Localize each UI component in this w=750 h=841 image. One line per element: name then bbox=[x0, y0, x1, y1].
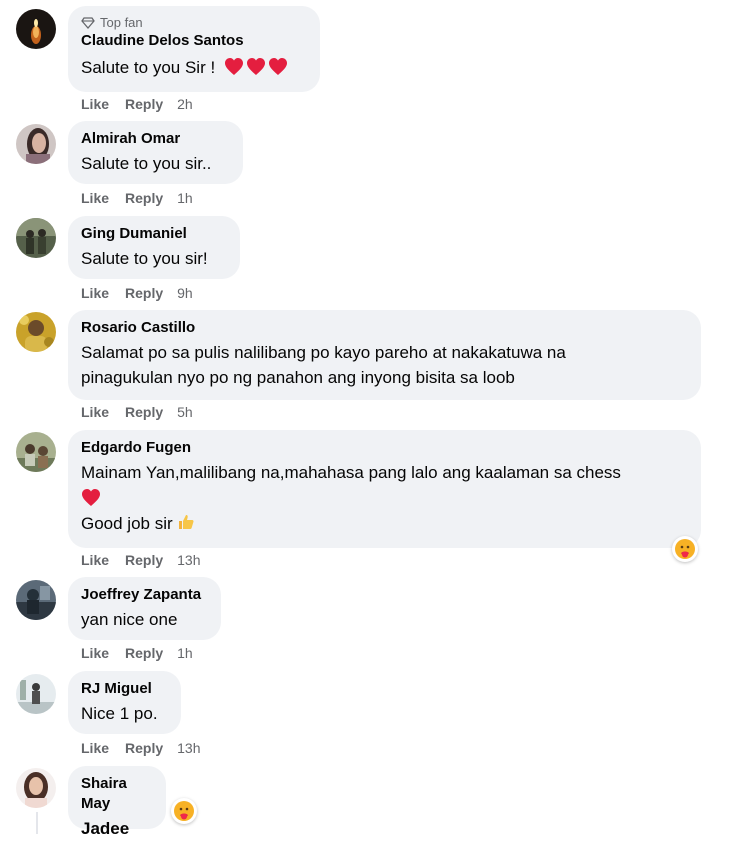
comment-text-content: Good job sir bbox=[81, 514, 173, 533]
comment-bubble: Top fan Claudine Delos Santos Salute to … bbox=[68, 6, 320, 92]
avatar[interactable] bbox=[16, 674, 56, 714]
like-button[interactable]: Like bbox=[81, 190, 109, 206]
comment-actions: Like Reply 13h bbox=[81, 740, 201, 756]
commenter-name[interactable]: Ging Dumaniel bbox=[81, 224, 226, 244]
avatar[interactable] bbox=[16, 580, 56, 620]
commenter-name[interactable]: RJ Miguel bbox=[81, 679, 167, 699]
comment-text: Mainam Yan,malilibang na,mahahasa pang l… bbox=[81, 460, 687, 536]
like-button[interactable]: Like bbox=[81, 552, 109, 568]
avatar[interactable] bbox=[16, 218, 56, 258]
heart-icon bbox=[82, 489, 100, 506]
thread-line bbox=[36, 812, 38, 834]
comment-text-line: Good job sir bbox=[81, 511, 687, 536]
commenter-name[interactable]: Edgardo Fugen bbox=[81, 438, 687, 458]
care-reaction-icon[interactable] bbox=[672, 536, 698, 562]
comment-bubble: Edgardo Fugen Mainam Yan,malilibang na,m… bbox=[68, 430, 701, 548]
avatar[interactable] bbox=[16, 124, 56, 164]
top-fan-badge: Top fan bbox=[81, 14, 306, 31]
reply-button[interactable]: Reply bbox=[125, 740, 163, 756]
timestamp[interactable]: 5h bbox=[177, 404, 193, 420]
commenter-name[interactable]: Claudine Delos Santos bbox=[81, 31, 306, 51]
comment-bubble: Almirah Omar Salute to you sir.. bbox=[68, 121, 243, 184]
comment-text: Salamat po sa pulis nalilibang po kayo p… bbox=[81, 340, 687, 390]
badge-label: Top fan bbox=[100, 15, 143, 30]
comment-actions: Like Reply 9h bbox=[81, 285, 193, 301]
comment-bubble: Shaira May Jadee bbox=[68, 766, 166, 838]
comment-text-line: Mainam Yan,malilibang na,mahahasa pang l… bbox=[81, 463, 621, 482]
timestamp[interactable]: 13h bbox=[177, 552, 200, 568]
diamond-icon bbox=[81, 16, 95, 29]
like-button[interactable]: Like bbox=[81, 404, 109, 420]
like-button[interactable]: Like bbox=[81, 96, 109, 112]
comment-text: Salute to you Sir ! bbox=[81, 55, 306, 80]
heart-icon-line bbox=[81, 485, 687, 511]
like-button[interactable]: Like bbox=[81, 645, 109, 661]
reply-button[interactable]: Reply bbox=[125, 404, 163, 420]
comment-actions: Like Reply 13h bbox=[81, 552, 201, 568]
avatar[interactable] bbox=[16, 312, 56, 352]
commenter-name[interactable]: Almirah Omar bbox=[81, 129, 229, 149]
avatar[interactable] bbox=[16, 432, 56, 472]
comment-text: yan nice one bbox=[81, 610, 178, 629]
commenter-name[interactable]: Rosario Castillo bbox=[81, 318, 687, 338]
heart-icon bbox=[268, 58, 287, 75]
comment-text-content: Salute to you Sir ! bbox=[81, 58, 216, 77]
timestamp[interactable]: 1h bbox=[177, 645, 193, 661]
comment-actions: Like Reply 2h bbox=[81, 96, 193, 112]
comment-bubble: Joeffrey Zapanta yan nice one bbox=[68, 577, 221, 640]
timestamp[interactable]: 9h bbox=[177, 285, 193, 301]
care-reaction-icon[interactable] bbox=[171, 798, 197, 824]
avatar[interactable] bbox=[16, 768, 56, 808]
like-button[interactable]: Like bbox=[81, 740, 109, 756]
avatar[interactable] bbox=[16, 9, 56, 49]
comment-text: Salute to you sir! bbox=[81, 249, 208, 268]
reply-button[interactable]: Reply bbox=[125, 96, 163, 112]
reply-button[interactable]: Reply bbox=[125, 285, 163, 301]
comment-text-line: pinagukulan nyo po ng panahon ang inyong… bbox=[81, 368, 515, 387]
reply-button[interactable]: Reply bbox=[125, 190, 163, 206]
commenter-name[interactable]: Joeffrey Zapanta bbox=[81, 585, 207, 605]
timestamp[interactable]: 2h bbox=[177, 96, 193, 112]
thumbs-up-icon bbox=[179, 515, 194, 529]
reply-button[interactable]: Reply bbox=[125, 645, 163, 661]
timestamp[interactable]: 13h bbox=[177, 740, 200, 756]
comment-bubble: RJ Miguel Nice 1 po. bbox=[68, 671, 181, 734]
comment-text-line: Salamat po sa pulis nalilibang po kayo p… bbox=[81, 343, 566, 362]
comment-actions: Like Reply 1h bbox=[81, 645, 193, 661]
comment-text: Jadee bbox=[81, 819, 130, 838]
heart-icon bbox=[246, 58, 265, 75]
comment-actions: Like Reply 1h bbox=[81, 190, 193, 206]
comment-text: Salute to you sir.. bbox=[81, 154, 212, 173]
comment-actions: Like Reply 5h bbox=[81, 404, 193, 420]
reply-button[interactable]: Reply bbox=[125, 552, 163, 568]
comment-bubble: Rosario Castillo Salamat po sa pulis nal… bbox=[68, 310, 701, 400]
comment-bubble: Ging Dumaniel Salute to you sir! bbox=[68, 216, 240, 279]
timestamp[interactable]: 1h bbox=[177, 190, 193, 206]
commenter-name[interactable]: Shaira May bbox=[81, 774, 152, 814]
comment-text: Nice 1 po. bbox=[81, 704, 158, 723]
heart-icons bbox=[224, 57, 288, 76]
heart-icon bbox=[224, 58, 243, 75]
like-button[interactable]: Like bbox=[81, 285, 109, 301]
